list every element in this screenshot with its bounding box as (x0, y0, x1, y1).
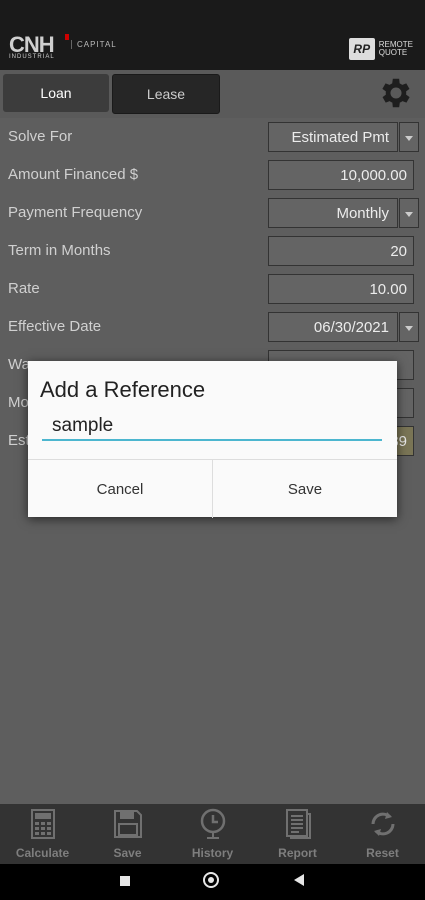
payment-frequency-dropdown-icon[interactable] (399, 198, 419, 228)
tab-bar: Loan Lease (0, 70, 425, 118)
dialog-buttons: Cancel Save (28, 459, 397, 518)
report-button[interactable]: Report (255, 804, 340, 864)
remote-quote-logo: RP REMOTE QUOTE (348, 38, 413, 60)
cnh-logo: CNH INDUSTRIAL CAPITAL (9, 32, 116, 60)
dialog-title: Add a Reference (40, 377, 206, 402)
remote-quote-icon: RP (348, 38, 375, 60)
solve-for-select[interactable]: Estimated Pmt (268, 122, 398, 152)
report-document-icon (285, 809, 311, 839)
floppy-disk-icon (113, 810, 142, 838)
report-label: Report (278, 846, 317, 860)
app-name-line2: QUOTE (378, 48, 408, 57)
effective-date-dropdown-icon[interactable] (399, 312, 419, 342)
rate-input[interactable]: 10.00 (268, 274, 414, 304)
home-icon[interactable] (203, 872, 219, 888)
term-months-input[interactable]: 20 (268, 236, 414, 266)
calculate-button[interactable]: Calculate (0, 804, 85, 864)
app-header: CNH INDUSTRIAL CAPITAL RP REMOTE QUOTE (0, 0, 425, 70)
amount-financed-input[interactable]: 10,000.00 (268, 160, 414, 190)
solve-for-label: Solve For (8, 128, 73, 145)
row-term-months: Term in Months 20 (0, 234, 425, 268)
recents-icon[interactable] (120, 876, 130, 886)
estimated-label: Est (8, 432, 30, 449)
amount-financed-label: Amount Financed $ (8, 166, 139, 183)
row-solve-for: Solve For Estimated Pmt (0, 120, 425, 154)
history-clock-icon (200, 808, 225, 839)
reset-arrows-icon (371, 812, 394, 836)
reset-label: Reset (366, 846, 399, 860)
brand-red-mark (65, 34, 69, 40)
brand-sub: INDUSTRIAL (9, 54, 55, 60)
reset-button[interactable]: Reset (340, 804, 425, 864)
settings-gear-icon[interactable] (377, 74, 415, 112)
history-button[interactable]: History (170, 804, 255, 864)
history-label: History (191, 846, 234, 860)
payment-frequency-select[interactable]: Monthly (268, 198, 398, 228)
brand-capital: CAPITAL (71, 40, 117, 49)
obscured-label-1: Wa (8, 356, 30, 373)
row-effective-date: Effective Date 06/30/2021 (0, 310, 425, 344)
solve-for-dropdown-icon[interactable] (399, 122, 419, 152)
row-payment-frequency: Payment Frequency Monthly (0, 196, 425, 230)
tab-loan[interactable]: Loan (3, 74, 109, 112)
reference-input[interactable] (42, 413, 382, 441)
tab-lease[interactable]: Lease (112, 74, 220, 114)
cancel-button[interactable]: Cancel (28, 460, 213, 518)
rate-label: Rate (8, 280, 40, 297)
effective-date-select[interactable]: 06/30/2021 (268, 312, 398, 342)
row-rate: Rate 10.00 (0, 272, 425, 306)
save-toolbar-button[interactable]: Save (85, 804, 170, 864)
save-button[interactable]: Save (213, 460, 397, 518)
back-icon[interactable] (294, 874, 304, 886)
payment-frequency-label: Payment Frequency (8, 204, 143, 221)
save-label: Save (113, 846, 142, 860)
row-amount-financed: Amount Financed $ 10,000.00 (0, 158, 425, 192)
obscured-label-2: Mo (8, 394, 29, 411)
term-months-label: Term in Months (8, 242, 111, 259)
bottom-toolbar: Calculate Save History Report Reset (0, 804, 425, 864)
calculator-icon (30, 809, 55, 839)
system-nav-bar (0, 864, 425, 900)
effective-date-label: Effective Date (8, 318, 102, 335)
add-reference-dialog: Add a Reference Cancel Save (28, 361, 397, 518)
calculate-label: Calculate (15, 846, 70, 860)
